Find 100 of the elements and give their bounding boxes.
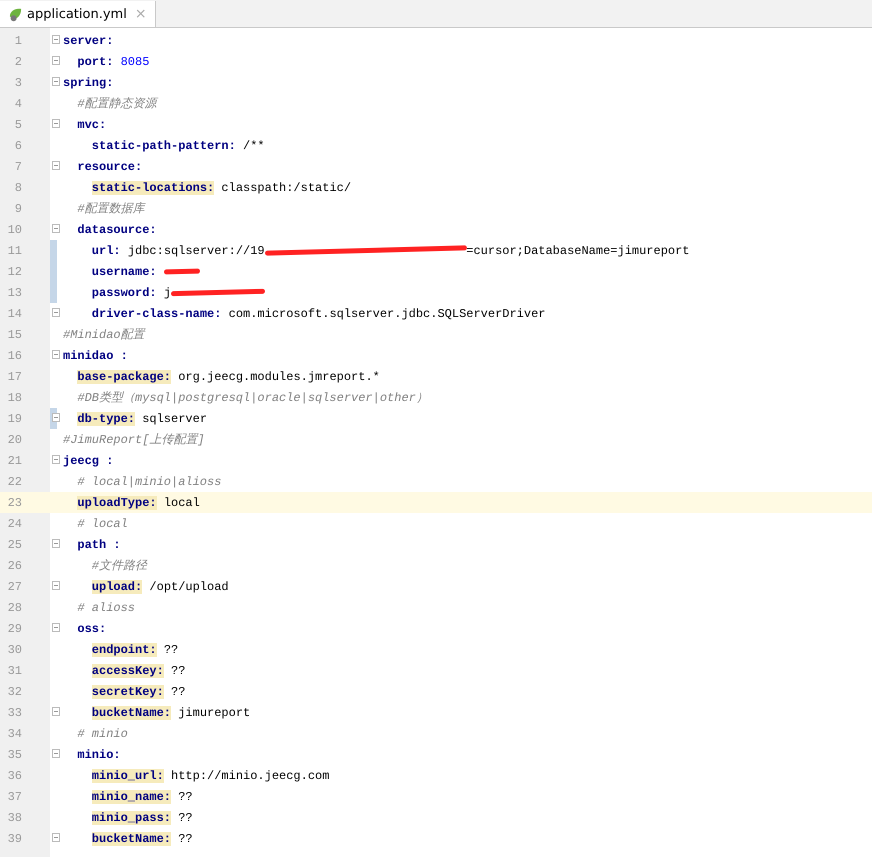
yaml-key: bucketName: [92, 832, 172, 846]
line-number: 1 [14, 34, 23, 48]
line-number: 25 [6, 538, 23, 552]
yaml-key: path : [77, 538, 121, 552]
code-comment: # minio [77, 726, 128, 740]
yaml-key: minidao : [63, 348, 128, 362]
line-number: 39 [6, 832, 23, 846]
yaml-value: 8085 [120, 54, 150, 68]
fold-icon[interactable] [52, 350, 60, 359]
line-number: 14 [6, 306, 23, 320]
fold-icon[interactable] [52, 35, 60, 44]
line-number: 30 [6, 642, 23, 656]
fold-icon[interactable] [52, 413, 60, 422]
line-number: 38 [6, 810, 23, 824]
yaml-key: datasource: [77, 222, 157, 236]
yaml-value: ?? [171, 684, 186, 698]
line-number: 32 [6, 684, 23, 698]
fold-icon[interactable] [52, 77, 60, 86]
code-comment: # local|minio|alioss [77, 474, 222, 488]
line-number: 26 [6, 558, 23, 572]
line-number: 37 [6, 790, 23, 804]
yaml-value: jimureport [178, 706, 250, 720]
line-number: 24 [6, 516, 23, 530]
line-number: 27 [6, 580, 23, 594]
yaml-key: driver-class-name: [92, 306, 222, 320]
line-number: 3 [14, 76, 23, 90]
code-comment: # alioss [77, 600, 135, 614]
fold-icon[interactable] [52, 56, 60, 65]
yaml-key: port: [77, 54, 114, 68]
line-number: 4 [14, 96, 23, 110]
yaml-value: classpath:/static/ [221, 180, 352, 194]
yaml-value: /opt/upload [149, 580, 229, 594]
yaml-key: bucketName: [92, 706, 172, 720]
fold-icon[interactable] [52, 119, 60, 128]
leaf-icon [8, 6, 23, 22]
fold-icon[interactable] [52, 749, 60, 758]
line-number: 5 [14, 118, 23, 132]
line-number: 36 [6, 768, 23, 782]
fold-icon[interactable] [52, 623, 60, 632]
fold-icon[interactable] [52, 308, 60, 317]
line-number: 8 [14, 180, 23, 194]
redaction-scribble [164, 268, 200, 274]
yaml-value: ?? [164, 642, 178, 656]
code-comment: #文件路径 [92, 558, 147, 574]
tab-label: application.yml [27, 6, 127, 22]
yaml-key: resource: [77, 160, 142, 174]
fold-icon[interactable] [52, 455, 60, 464]
line-number: 20 [6, 432, 23, 446]
line-number: 28 [6, 600, 23, 614]
file-tab[interactable]: application.yml × [0, 1, 156, 27]
code-comment: #DB类型（mysql|postgresql|oracle|sqlserver|other） [77, 390, 428, 406]
fold-icon[interactable] [52, 224, 60, 233]
yaml-key: oss: [77, 622, 106, 636]
yaml-key: static-locations: [92, 180, 214, 194]
line-number: 10 [6, 222, 23, 236]
fold-icon[interactable] [52, 581, 60, 590]
yaml-key: uploadType: [77, 496, 157, 510]
fold-icon[interactable] [52, 161, 60, 170]
yaml-value: local [164, 496, 200, 510]
fold-icon[interactable] [52, 539, 60, 548]
yaml-key: minio_url: [92, 768, 164, 782]
yaml-key: minio: [77, 748, 121, 762]
yaml-key: db-type: [77, 412, 135, 426]
line-number: 29 [6, 622, 23, 636]
fold-icon[interactable] [52, 707, 60, 716]
line-number: 35 [6, 748, 23, 762]
line-number: 21 [6, 454, 23, 468]
yaml-value: j [164, 286, 172, 300]
yaml-value: http://minio.jeecg.com [171, 768, 330, 782]
line-number: 6 [14, 138, 23, 152]
code-comment: #配置静态资源 [77, 96, 157, 112]
yaml-key: server: [63, 34, 114, 48]
line-number: 18 [6, 390, 23, 404]
line-number: 11 [6, 244, 23, 258]
line-number: 12 [6, 264, 23, 278]
fold-icon[interactable] [52, 833, 60, 842]
line-number: 31 [6, 664, 23, 678]
yaml-key: spring: [63, 76, 114, 90]
yaml-key: accessKey: [92, 664, 164, 678]
line-number: 23 [6, 496, 23, 510]
yaml-key: password: [92, 286, 157, 300]
yaml-key: upload: [92, 580, 142, 594]
yaml-value: sqlserver [142, 412, 208, 426]
yaml-key: secretKey: [92, 684, 164, 698]
line-number: 13 [6, 286, 23, 300]
line-number: 16 [6, 348, 23, 362]
code-comment: # local [77, 516, 128, 530]
yaml-value: ?? [171, 664, 186, 678]
yaml-value: ?? [178, 832, 193, 846]
yaml-value: ?? [178, 810, 193, 824]
yaml-key: endpoint: [92, 642, 157, 656]
code-comment: #JimuReport[上传配置] [63, 432, 205, 448]
line-number: 9 [14, 202, 23, 216]
yaml-key: minio_pass: [92, 810, 172, 824]
yaml-value: jdbc:sqlserver://19 [128, 244, 265, 258]
line-number: 17 [6, 370, 23, 384]
line-number: 2 [14, 54, 23, 68]
yaml-key: username: [92, 264, 157, 278]
line-number: 22 [6, 474, 23, 488]
yaml-key: static-path-pattern: [92, 138, 236, 152]
